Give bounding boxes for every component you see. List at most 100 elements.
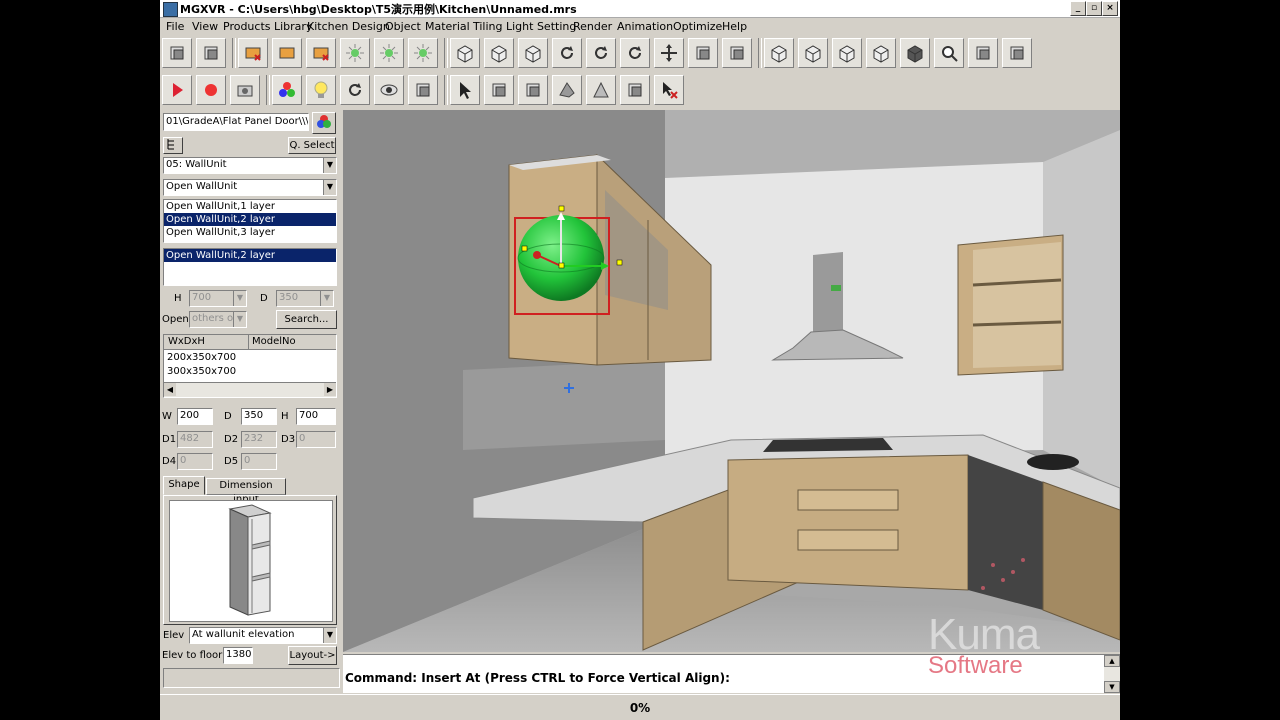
chevron-down-icon[interactable]: ▼ [233,312,246,327]
cube-back-button[interactable] [832,38,862,68]
texture-button[interactable] [272,38,302,68]
scroll-down-icon[interactable]: ▼ [1104,681,1120,693]
select-arrow-button[interactable] [450,75,480,105]
menu-file[interactable]: File [166,20,184,33]
cube-front-button[interactable] [764,38,794,68]
menu-kitchen-design[interactable]: Kitchen Design [307,20,390,33]
rotate-right-button[interactable] [586,38,616,68]
maximize-button[interactable]: ▫ [1086,1,1102,16]
zoom-extents-button[interactable] [968,38,998,68]
scroll-up-icon[interactable]: ▲ [1104,655,1120,667]
light-button[interactable] [340,38,370,68]
record-button[interactable] [196,75,226,105]
depth-field[interactable]: 350 [241,408,277,425]
menu-help[interactable]: Help [722,20,747,33]
pages-button[interactable] [408,75,438,105]
horizontal-scrollbar[interactable]: ◀ ▶ [164,382,336,397]
layout-button[interactable]: Layout-> [288,646,337,665]
menu-light-setting[interactable]: Light Setting [506,20,576,33]
column-header-size[interactable]: WxDxH [168,336,205,347]
palette-button[interactable] [272,75,302,105]
elev-floor-field[interactable]: 1380 [223,647,253,664]
camera-button[interactable] [230,75,260,105]
subcategory-select[interactable]: Open WallUnit ▼ [163,179,337,196]
width-field[interactable]: 200 [177,408,213,425]
pyramid-button[interactable] [552,75,582,105]
list-item[interactable]: Open WallUnit,3 layer [164,226,336,239]
drop-button[interactable] [722,38,752,68]
flip-button[interactable] [620,38,650,68]
height-field[interactable]: 700 [296,408,336,425]
tab-dimension-input[interactable]: Dimension input [206,478,286,505]
list-item[interactable]: Open WallUnit,1 layer [164,200,336,213]
library-path-field[interactable]: 01\GradeA\Flat Panel Door\\\dor [163,113,309,131]
delete-cabinets-button[interactable] [238,38,268,68]
quick-select-button[interactable]: Q. Select [288,137,336,154]
d3-field[interactable]: 0 [296,431,336,448]
scroll-left-icon[interactable]: ◀ [164,383,176,396]
cube-side-button[interactable] [798,38,828,68]
chevron-down-icon[interactable]: ▼ [320,291,333,306]
box-top-button[interactable] [484,38,514,68]
search-button[interactable]: Search... [276,310,337,329]
cone-button[interactable] [586,75,616,105]
light-rays-button[interactable] [374,38,404,68]
d5-field[interactable]: 0 [241,453,277,470]
menu-animation[interactable]: Animation [617,20,673,33]
d1-field[interactable]: 482 [177,431,213,448]
wireframe-box-button[interactable] [518,38,548,68]
tab-shape[interactable]: Shape [163,476,205,495]
command-line[interactable]: Command: Insert At (Press CTRL to Force … [343,654,1120,693]
minimize-button[interactable]: _ [1070,1,1086,16]
menu-material[interactable]: Material [425,20,470,33]
chevron-down-icon[interactable]: ▼ [323,158,336,173]
d4-field[interactable]: 0 [177,453,213,470]
command-scrollbar[interactable]: ▲ ▼ [1104,655,1120,693]
cube-iso-button[interactable] [866,38,896,68]
menu-object[interactable]: Object [385,20,421,33]
column-header-model[interactable]: ModelNo [252,336,296,347]
menu-products-library[interactable]: Products Library [223,20,312,33]
menu-optimize[interactable]: Optimize [673,20,722,33]
current-item[interactable]: Open WallUnit,2 layer [164,249,336,262]
select-face-button[interactable] [518,75,548,105]
scroll-right-icon[interactable]: ▶ [324,383,336,396]
paste-button[interactable] [196,38,226,68]
deselect-button[interactable] [654,75,684,105]
cube-solid-button[interactable] [900,38,930,68]
h-filter-select[interactable]: 700 ▼ [189,290,247,307]
play-button[interactable] [162,75,192,105]
open-select[interactable]: others op ▼ [189,311,247,328]
snap-button[interactable] [688,38,718,68]
move-button[interactable] [654,38,684,68]
chevron-down-icon[interactable]: ▼ [323,628,336,643]
close-button[interactable]: × [1102,1,1118,16]
lightbulb-button[interactable] [306,75,336,105]
refresh-button[interactable] [340,75,370,105]
zoom-window-button[interactable] [1002,38,1032,68]
d-filter-select[interactable]: 350 ▼ [276,290,334,307]
menu-tiling[interactable]: Tiling [473,20,503,33]
color-picker-button[interactable] [312,112,336,134]
chevron-down-icon[interactable]: ▼ [323,180,336,195]
box-view-button[interactable] [450,38,480,68]
delete-texture-button[interactable] [306,38,336,68]
d2-field[interactable]: 232 [241,431,277,448]
eye-button[interactable] [374,75,404,105]
category-select[interactable]: 05: WallUnit ▼ [163,157,337,174]
select-group-button[interactable] [620,75,650,105]
zoom-button[interactable] [934,38,964,68]
gradient-button[interactable] [408,38,438,68]
menu-view[interactable]: View [192,20,218,33]
table-row[interactable]: 200x350x700 [165,351,236,364]
list-item-selected[interactable]: Open WallUnit,2 layer [164,213,336,226]
3d-viewport[interactable] [343,110,1120,652]
chevron-down-icon[interactable]: ▼ [233,291,246,306]
copy-button[interactable] [162,38,192,68]
menu-render[interactable]: Render [573,20,612,33]
tree-view-button[interactable] [163,137,183,154]
select-box-button[interactable] [484,75,514,105]
elevation-select[interactable]: At wallunit elevation ▼ [189,627,337,644]
rotate-button[interactable] [552,38,582,68]
table-row[interactable]: 300x350x700 [165,365,236,378]
